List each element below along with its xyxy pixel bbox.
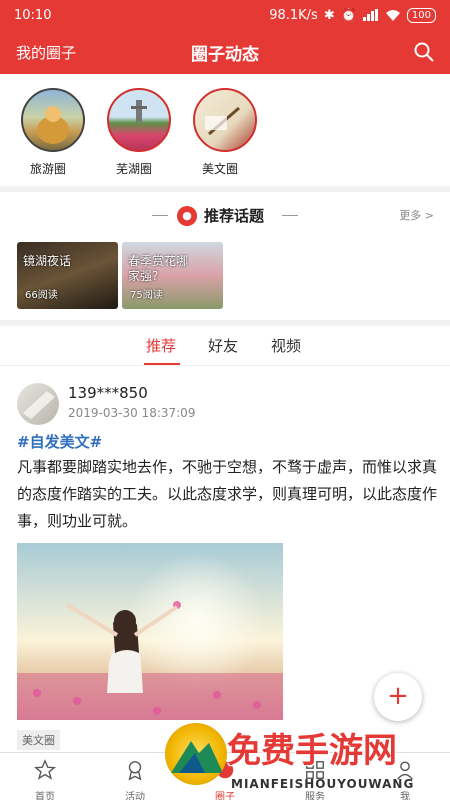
post-username[interactable]: 139***850: [68, 384, 148, 402]
feed-tabs: 推荐 好友 视频: [0, 326, 450, 366]
circle-label: 旅游圈: [29, 162, 66, 176]
bluetooth-icon: ✱: [323, 7, 335, 23]
circle-item-wuhu[interactable]: 芜湖圈: [96, 74, 182, 186]
nav-item-home[interactable]: 首页: [0, 753, 90, 800]
topic-title: 春季赏花哪 家强?: [128, 254, 189, 283]
post-hashtag[interactable]: #自发美文#: [17, 431, 102, 452]
circle-label: 芜湖圈: [115, 162, 152, 176]
post-content: 凡事都要脚踏实地去作，不驰于空想，不骛于虚声，而惟以求真的态度作踏实的工夫。以此…: [17, 458, 438, 530]
my-circles-link[interactable]: 我的圈子: [16, 42, 76, 63]
tab-recommend[interactable]: 推荐: [146, 335, 176, 356]
divider-line: [282, 215, 298, 216]
topic-reads: 66阅读: [25, 290, 58, 301]
post-circle-tag[interactable]: 美文圈: [17, 730, 60, 750]
status-bar: 10:10 98.1K/s ✱ ⏰ 100: [0, 0, 450, 30]
circle-item-travel[interactable]: 旅游圈: [10, 74, 96, 186]
alarm-icon: ⏰: [340, 7, 357, 23]
watermark: 免费手游网 MIANFEISHOUYOUWANG: [165, 717, 450, 800]
wifi-icon: [385, 10, 400, 21]
topics-title: 推荐话题: [204, 207, 265, 225]
watermark-logo: [165, 723, 227, 785]
circle-item-essay[interactable]: 美文圈: [182, 74, 268, 186]
watermark-subtext: MIANFEISHOUYOUWANG: [231, 777, 415, 791]
star-icon: [34, 759, 56, 780]
battery-icon: 100: [406, 7, 436, 23]
watermark-text: 免费手游网: [227, 731, 397, 771]
signal-icon: [362, 9, 378, 21]
avatar[interactable]: [17, 383, 59, 425]
circle-avatar: [193, 88, 257, 152]
topic-reads: 75阅读: [130, 290, 163, 301]
network-speed: 98.1K/s: [269, 7, 318, 23]
fire-icon: ●: [177, 206, 197, 226]
status-indicators: 98.1K/s ✱ ⏰ 100: [269, 7, 436, 23]
tab-active-indicator: [144, 363, 180, 365]
tab-video[interactable]: 视频: [271, 335, 301, 356]
app-header: 我的圈子 圈子动态: [0, 30, 450, 74]
circle-avatar: [107, 88, 171, 152]
search-icon[interactable]: [412, 40, 436, 64]
circle-label: 美文圈: [201, 162, 238, 176]
topics-more-link[interactable]: 更多 >: [399, 207, 434, 223]
circle-avatar: [21, 88, 85, 152]
status-time: 10:10: [14, 7, 52, 23]
topic-card-2[interactable]: 春季赏花哪 家强? 75阅读: [122, 242, 223, 309]
topic-card-1[interactable]: 镜湖夜话 66阅读: [17, 242, 118, 309]
topic-title: 镜湖夜话: [23, 254, 72, 268]
tab-friends[interactable]: 好友: [208, 335, 238, 356]
topics-header: ● 推荐话题 更多 >: [0, 196, 450, 236]
add-post-button[interactable]: +: [374, 673, 422, 721]
section-divider: [0, 186, 450, 192]
circles-row: 旅游圈 芜湖圈 美文圈: [0, 74, 450, 186]
divider-line: [152, 215, 168, 216]
post-photo[interactable]: [17, 543, 283, 720]
nav-label: 首页: [35, 792, 55, 800]
post-time: 2019-03-30 18:37:09: [68, 406, 196, 420]
medal-icon: [128, 761, 142, 781]
